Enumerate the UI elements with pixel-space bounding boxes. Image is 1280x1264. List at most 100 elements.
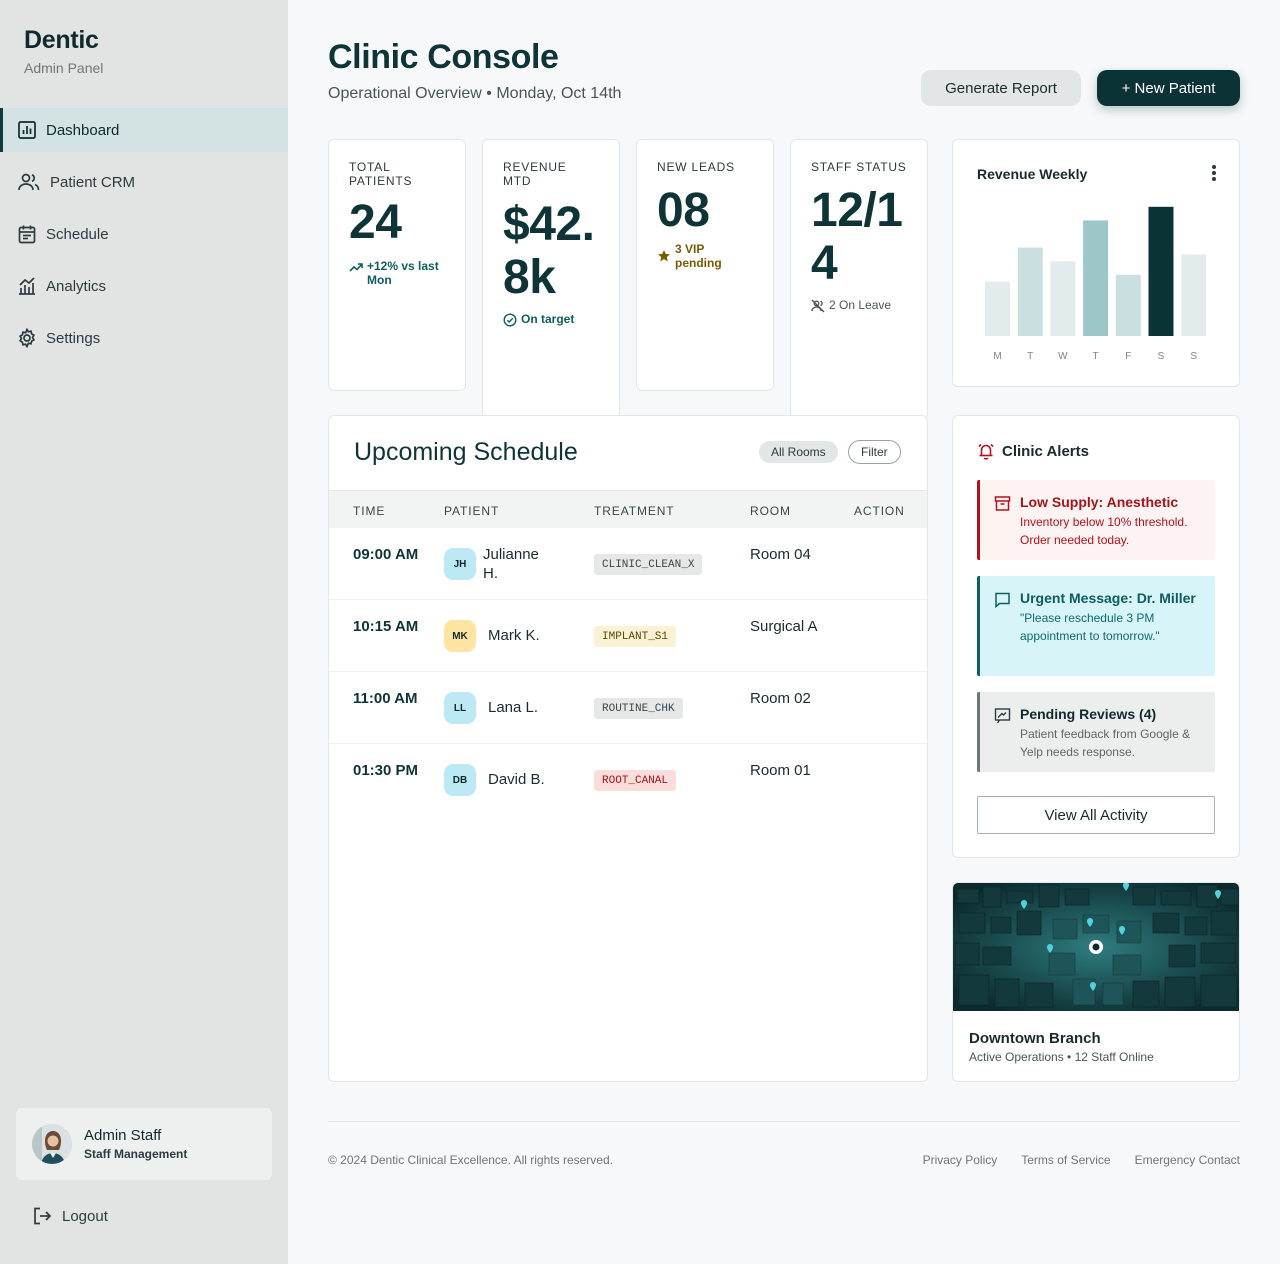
- patient-name: Mark K.: [488, 627, 540, 644]
- appointment-time: 10:15 AM: [353, 618, 419, 635]
- chart-title: Revenue Weekly: [977, 166, 1088, 182]
- stat-note: On target: [503, 312, 599, 327]
- sidebar-item-settings[interactable]: Settings: [0, 316, 288, 360]
- alert-title: Pending Reviews (4): [1020, 706, 1157, 722]
- treatment-tag: CLINIC_CLEAN_X: [594, 554, 703, 575]
- room-label: Room 02: [750, 690, 811, 707]
- alert-pending-reviews[interactable]: Pending Reviews (4) Patient feedback fro…: [977, 692, 1215, 772]
- appointment-time: 11:00 AM: [353, 690, 418, 707]
- chart-bar: [1050, 261, 1076, 336]
- analytics-icon: [16, 275, 38, 297]
- clinic-alerts-panel: Clinic Alerts Low Supply: Anesthetic Inv…: [952, 415, 1240, 858]
- all-rooms-chip[interactable]: All Rooms: [759, 441, 838, 463]
- sidebar-item-label: Patient CRM: [50, 173, 136, 191]
- stat-value: 24: [349, 196, 402, 249]
- column-header-patient: PATIENT: [444, 504, 500, 518]
- sidebar-item-patient-crm[interactable]: Patient CRM: [0, 160, 288, 204]
- avatar: [32, 1124, 72, 1164]
- sidebar-item-dashboard[interactable]: Dashboard: [0, 108, 288, 152]
- alarm-bell-icon: [978, 443, 994, 460]
- alert-urgent-message[interactable]: Urgent Message: Dr. Miller "Please resch…: [977, 576, 1215, 676]
- chart-bar: [1083, 220, 1109, 336]
- sidebar-item-label: Analytics: [46, 277, 107, 295]
- alerts-title: Clinic Alerts: [1002, 442, 1089, 460]
- alert-title: Urgent Message: Dr. Miller: [1020, 590, 1196, 606]
- logout-label: Logout: [62, 1207, 108, 1225]
- stat-card-total-patients: TOTAL PATIENTS 24 +12% vs last Mon: [328, 139, 466, 391]
- brand-name: Dentic: [24, 26, 99, 54]
- brand: Dentic Admin Panel: [24, 26, 103, 76]
- footer-copyright: © 2024 Dentic Clinical Excellence. All r…: [328, 1153, 613, 1167]
- emergency-contact-link[interactable]: Emergency Contact: [1135, 1153, 1240, 1167]
- sidebar-item-schedule[interactable]: Schedule: [0, 212, 288, 256]
- table-header: TIME PATIENT TREATMENT ROOM ACTION: [329, 490, 927, 528]
- more-options-icon[interactable]: [1207, 162, 1221, 184]
- chart-bar: [1115, 274, 1141, 336]
- chart-tick-label: S: [1190, 351, 1197, 362]
- page-subtitle: Operational Overview • Monday, Oct 14th: [328, 85, 622, 102]
- check-circle-icon: [503, 313, 517, 327]
- room-label: Surgical A: [750, 618, 818, 635]
- sidebar-item-label: Schedule: [46, 225, 109, 243]
- column-header-time: TIME: [353, 504, 386, 518]
- table-row[interactable]: 10:15 AM MK Mark K. IMPLANT_S1 Surgical …: [329, 600, 927, 672]
- appointment-time: 09:00 AM: [353, 546, 419, 563]
- stat-note-text: +12% vs last Mon: [367, 259, 439, 287]
- alert-low-supply[interactable]: Low Supply: Anesthetic Inventory below 1…: [977, 480, 1215, 560]
- patient-initials-badge: MK: [444, 620, 476, 652]
- footer-links: Privacy Policy Terms of Service Emergenc…: [923, 1153, 1240, 1167]
- stat-card-staff-status: STAFF STATUS 12/14 2 On Leave: [790, 139, 928, 419]
- branch-status: Active Operations • 12 Staff Online: [969, 1050, 1154, 1064]
- revenue-bar-chart: MTWTFSS: [985, 206, 1207, 362]
- chart-tick-label: F: [1125, 351, 1131, 362]
- table-row[interactable]: 01:30 PM DB David B. ROOT_CANAL Room 01: [329, 744, 927, 816]
- bar-chart-icon: [16, 119, 38, 141]
- patient-name: David B.: [488, 771, 545, 788]
- profile-name: Admin Staff: [84, 1127, 162, 1144]
- stat-label: NEW LEADS: [657, 160, 735, 174]
- filter-button[interactable]: Filter: [848, 440, 901, 464]
- column-header-action: ACTION: [854, 504, 905, 518]
- treatment-tag: ROOT_CANAL: [594, 770, 677, 791]
- sidebar-nav: Dashboard Patient CRM Schedule Analytics…: [0, 108, 288, 368]
- stat-value: $42.8k: [503, 198, 595, 304]
- patient-initials-badge: DB: [444, 764, 476, 796]
- stat-label: STAFF STATUS: [811, 160, 907, 174]
- profile-role: Staff Management: [84, 1147, 188, 1161]
- column-header-treatment: TREATMENT: [594, 504, 675, 518]
- sidebar-item-analytics[interactable]: Analytics: [0, 264, 288, 308]
- patient-initials-badge: JH: [444, 548, 476, 580]
- chart-bar: [1148, 206, 1174, 336]
- table-row[interactable]: 11:00 AM LL Lana L. ROUTINE_CHK Room 02: [329, 672, 927, 744]
- chart-tick-label: T: [1027, 351, 1033, 362]
- terms-of-service-link[interactable]: Terms of Service: [1021, 1153, 1110, 1167]
- table-row[interactable]: 09:00 AM JH Julianne H. CLINIC_CLEAN_X R…: [329, 528, 927, 600]
- stat-note: +12% vs last Mon: [349, 259, 445, 287]
- alert-body: Patient feedback from Google & Yelp need…: [1020, 727, 1191, 759]
- column-header-room: ROOM: [750, 504, 791, 518]
- message-icon: [995, 592, 1010, 608]
- new-patient-button[interactable]: + New Patient: [1097, 70, 1240, 106]
- archive-box-icon: [994, 496, 1011, 511]
- generate-report-button[interactable]: Generate Report: [921, 70, 1081, 106]
- logout-button[interactable]: Logout: [32, 1206, 108, 1226]
- view-all-activity-button[interactable]: View All Activity: [977, 796, 1215, 834]
- alert-body: Inventory below 10% threshold. Order nee…: [1020, 515, 1188, 547]
- city-map-image: [953, 883, 1239, 1011]
- branch-name: Downtown Branch: [969, 1030, 1101, 1047]
- patient-initials-badge: LL: [444, 692, 476, 724]
- stat-card-revenue: REVENUE MTD $42.8k On target: [482, 139, 620, 419]
- room-label: Room 04: [750, 546, 811, 563]
- branch-card[interactable]: Downtown Branch Active Operations • 12 S…: [952, 882, 1240, 1082]
- stat-note: 3 VIP pending: [657, 242, 753, 270]
- upcoming-schedule-panel: Upcoming Schedule All Rooms Filter TIME …: [328, 415, 928, 1082]
- trending-up-icon: [349, 263, 363, 272]
- stat-label: TOTAL PATIENTS: [349, 160, 413, 188]
- privacy-policy-link[interactable]: Privacy Policy: [923, 1153, 998, 1167]
- treatment-tag: IMPLANT_S1: [594, 626, 677, 647]
- stat-note-text: 2 On Leave: [829, 298, 892, 312]
- chart-tick-label: T: [1093, 351, 1099, 362]
- chart-bar: [985, 281, 1010, 336]
- user-profile-card[interactable]: Admin Staff Staff Management: [16, 1108, 272, 1180]
- stat-label: REVENUE MTD: [503, 160, 567, 188]
